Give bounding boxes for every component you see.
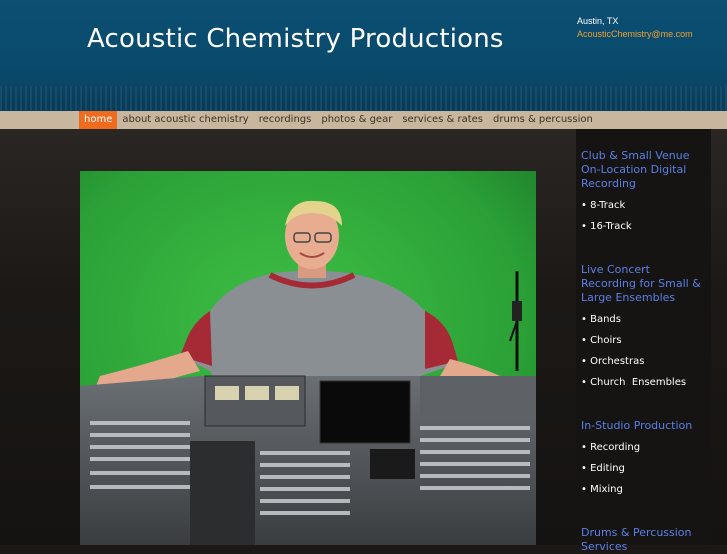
sidebar-item-mixing: • Mixing — [581, 484, 623, 495]
site-header: Acoustic Chemistry Productions Austin, T… — [0, 0, 727, 111]
nav-item-services-rates[interactable]: services & rates — [397, 111, 488, 129]
sidebar-item-8-track: • 8-Track — [581, 200, 626, 211]
sidebar-heading-club-venue[interactable]: Club & Small Venue On-Location Digital R… — [581, 149, 706, 191]
nav-item-home[interactable]: home — [79, 111, 118, 129]
nav-item-drums-percussion[interactable]: drums & percussion — [488, 111, 598, 129]
sidebar-item-16-track: • 16-Track — [581, 221, 632, 232]
nav-item-photos-gear[interactable]: photos & gear — [316, 111, 397, 129]
sidebar-item-editing: • Editing — [581, 463, 625, 474]
site-title: Acoustic Chemistry Productions — [87, 24, 504, 54]
sidebar-item-choirs: • Choirs — [581, 335, 622, 346]
nav-item-recordings[interactable]: recordings — [254, 111, 317, 129]
contact-email-link[interactable]: AcousticChemistry@me.com — [577, 29, 693, 39]
nav-list: home about acoustic chemistry recordings… — [79, 111, 598, 129]
sidebar-item-bands: • Bands — [581, 314, 621, 325]
nav-item-about[interactable]: about acoustic chemistry — [117, 111, 253, 129]
hero-photo — [80, 171, 536, 545]
sidebar-item-orchestras: • Orchestras — [581, 356, 645, 367]
contact-location: Austin, TX — [577, 16, 619, 26]
sidebar-item-church-ensembles: • Church Ensembles — [581, 377, 687, 388]
main-navigation: home about acoustic chemistry recordings… — [0, 111, 727, 129]
sidebar-heading-in-studio[interactable]: In-Studio Production — [581, 419, 706, 433]
sidebar-item-recording: • Recording — [581, 442, 641, 453]
sidebar-heading-drums-percussion[interactable]: Drums & Percussion Services — [581, 526, 706, 554]
sidebar-heading-live-concert[interactable]: Live Concert Recording for Small & Large… — [581, 263, 706, 305]
